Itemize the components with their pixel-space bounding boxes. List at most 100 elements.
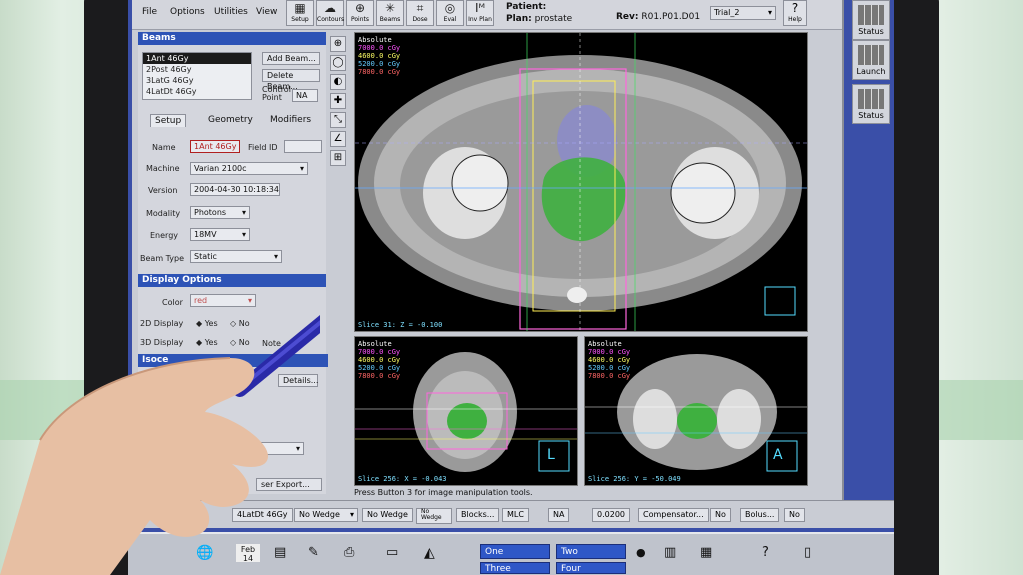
- tab-setup[interactable]: Setup: [150, 114, 187, 127]
- eval-icon: ◎: [444, 1, 456, 15]
- setup-tool-button[interactable]: ▦ Setup: [286, 0, 314, 26]
- menu-bar: File Options Utilities View ▦ Setup ☁ Cont…: [132, 0, 842, 30]
- menu-options[interactable]: Options: [170, 7, 205, 17]
- computer-icon[interactable]: ▭: [386, 544, 398, 562]
- blocks-button[interactable]: Blocks...: [456, 508, 500, 522]
- tools-icon[interactable]: ▦: [700, 544, 712, 562]
- inv-plan-tool-button[interactable]: Iᴹ Inv Plan: [466, 0, 494, 26]
- version-field: 2004-04-30 10:18:34: [190, 183, 280, 196]
- version-label: Version: [148, 186, 178, 195]
- menu-file[interactable]: File: [142, 7, 157, 17]
- contours-icon: ☁: [324, 1, 336, 15]
- status-icon: [858, 5, 884, 25]
- imrt-icon: Iᴹ: [474, 1, 486, 15]
- cursor-icon[interactable]: ⤡: [330, 112, 346, 128]
- coronal-view[interactable]: Absolute 7000.0 cGy 4600.0 cGy 5200.0 cG…: [584, 336, 808, 486]
- mlc-button[interactable]: MLC: [502, 508, 529, 522]
- launch-dock-button[interactable]: Launch: [852, 40, 890, 80]
- angle-icon[interactable]: ∠: [330, 131, 346, 147]
- compensator-button[interactable]: Compensator...: [638, 508, 709, 522]
- printer-icon[interactable]: ⎙: [344, 544, 354, 562]
- dose-tool-button[interactable]: ⌗ Dose: [406, 0, 434, 26]
- help-icon[interactable]: ?: [762, 544, 769, 562]
- add-beam-button[interactable]: Add Beam...: [262, 52, 320, 65]
- workspace-three[interactable]: Three: [480, 562, 550, 574]
- axial-dose-legend: Absolute 7000.0 cGy 4600.0 cGy 5200.0 cG…: [358, 36, 401, 76]
- workspace-one[interactable]: One: [480, 544, 550, 559]
- beam-list[interactable]: 1Ant 46Gy 2Post 46Gy 3LatG 46Gy 4LatDt 4…: [142, 52, 252, 100]
- network-icon[interactable]: ●: [636, 544, 646, 562]
- control-point-label: Control Point: [262, 85, 291, 102]
- plan-name: prostate: [534, 14, 573, 24]
- workspace-four[interactable]: Four: [556, 562, 626, 574]
- patient-info: Patient: Plan: prostate: [506, 2, 573, 24]
- energy-select[interactable]: 18MV: [190, 228, 250, 241]
- sagittal-orientation-label: L: [547, 447, 555, 463]
- machine-label: Machine: [146, 164, 180, 173]
- tab-modifiers[interactable]: Modifiers: [266, 114, 315, 127]
- status-message: Press Button 3 for image manipulation to…: [354, 488, 533, 497]
- beam-type-select[interactable]: Static: [190, 250, 282, 263]
- window-level-icon[interactable]: ◐: [330, 74, 346, 90]
- axial-ct-image: [355, 33, 807, 331]
- machine-select[interactable]: Varian 2100c: [190, 162, 308, 175]
- menu-utilities[interactable]: Utilities: [214, 7, 248, 17]
- field-id-label: Field ID: [248, 143, 278, 152]
- exit-icon[interactable]: ▯: [804, 544, 811, 562]
- menu-view[interactable]: View: [256, 7, 277, 17]
- tab-geometry[interactable]: Geometry: [204, 114, 257, 127]
- modality-label: Modality: [146, 209, 181, 218]
- view-tools: ⊕ ◯ ◐ ✚ ⤡ ∠ ⊞: [330, 36, 346, 169]
- beam-name-field[interactable]: 1Ant 46Gy: [190, 140, 240, 153]
- terminal-icon[interactable]: ▥: [664, 544, 676, 562]
- field-id-input[interactable]: [284, 140, 322, 153]
- no-wedge-icon[interactable]: No Wedge: [416, 508, 452, 524]
- pan-icon[interactable]: ◯: [330, 55, 346, 71]
- revision: Rev: R01.P01.D01: [616, 12, 701, 22]
- axial-slice-label: Slice 31: Z = -0.100: [358, 321, 443, 329]
- beam-list-item[interactable]: 1Ant 46Gy: [143, 53, 251, 64]
- control-point-field[interactable]: NA: [292, 89, 318, 102]
- zoom-icon[interactable]: ⊕: [330, 36, 346, 52]
- coronal-slice-label: Slice 256: Y = -50.049: [588, 475, 681, 483]
- coronal-orientation-label: A: [773, 447, 783, 463]
- app-logo-icon[interactable]: ◭: [424, 544, 435, 562]
- dose-icon: ⌗: [416, 1, 424, 15]
- pointing-hand-with-pen: [0, 315, 320, 575]
- beam-list-item[interactable]: 3LatG 46Gy: [143, 75, 251, 86]
- value-field[interactable]: 0.0200: [592, 508, 630, 522]
- wedge-field-2[interactable]: No Wedge: [362, 508, 413, 522]
- right-dock: Status Launch Status: [850, 0, 894, 500]
- axial-view[interactable]: Absolute 7000.0 cGy 4600.0 cGy 5200.0 cG…: [354, 32, 808, 332]
- bolus-button[interactable]: Bolus...: [740, 508, 780, 522]
- display-options-header: Display Options: [138, 274, 326, 287]
- sagittal-view[interactable]: Absolute 7000.0 cGy 4600.0 cGy 5200.0 cG…: [354, 336, 578, 486]
- beam-list-item[interactable]: 4LatDt 46Gy: [143, 86, 251, 97]
- modality-select[interactable]: Photons: [190, 206, 250, 219]
- workspace-two[interactable]: Two: [556, 544, 626, 559]
- status-dock-button-2[interactable]: Status: [852, 84, 890, 124]
- sagittal-slice-label: Slice 256: X = -0.043: [358, 475, 447, 483]
- beams-tool-button[interactable]: ✳ Beams: [376, 0, 404, 26]
- beam-type-label: Beam Type: [140, 254, 185, 263]
- trial-select[interactable]: Trial_2: [710, 6, 776, 20]
- delete-beam-button[interactable]: Delete Beam...: [262, 69, 320, 91]
- crosshair-icon: ⊕: [354, 1, 366, 15]
- name-label: Name: [152, 143, 176, 152]
- contours-tool-button[interactable]: ☁ Contours: [316, 0, 344, 26]
- measure-icon[interactable]: ✚: [330, 93, 346, 109]
- beams-icon: ✳: [384, 1, 396, 15]
- grid-icon[interactable]: ⊞: [330, 150, 346, 166]
- help-icon: ?: [791, 1, 799, 15]
- coronal-dose-legend: Absolute 7000.0 cGy 4600.0 cGy 5200.0 cG…: [588, 340, 631, 380]
- beam-list-item[interactable]: 2Post 46Gy: [143, 64, 251, 75]
- eval-tool-button[interactable]: ◎ Eval: [436, 0, 464, 26]
- sagittal-dose-legend: Absolute 7000.0 cGy 4600.0 cGy 5200.0 cG…: [358, 340, 401, 380]
- status-dock-button[interactable]: Status: [852, 0, 890, 40]
- points-tool-button[interactable]: ⊕ Points: [346, 0, 374, 26]
- bolus-value: No: [784, 508, 805, 522]
- energy-label: Energy: [150, 231, 179, 240]
- help-button[interactable]: ? Help: [783, 0, 807, 26]
- beams-header: Beams: [138, 32, 326, 45]
- status-icon: [858, 89, 884, 109]
